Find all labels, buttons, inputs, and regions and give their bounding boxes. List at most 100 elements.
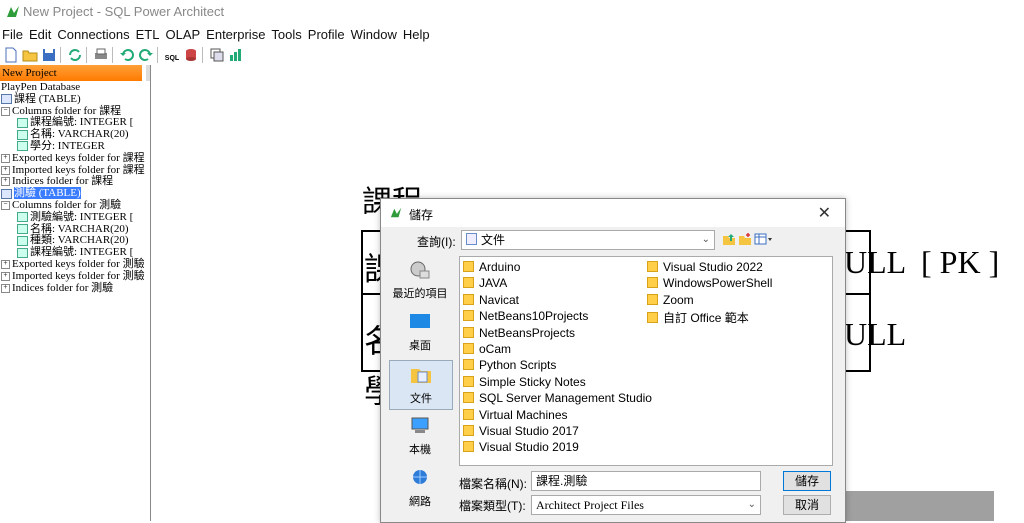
cancel-button[interactable]: 取消 (783, 495, 831, 515)
up-folder-icon[interactable] (722, 232, 736, 246)
place-desktop[interactable]: 桌面 (389, 308, 451, 356)
chart-icon[interactable] (228, 47, 244, 63)
computer-icon (411, 417, 429, 433)
app-logo-icon (390, 207, 402, 218)
menu-help[interactable]: Help (403, 26, 430, 44)
file-list-item[interactable]: Python Scripts (463, 358, 556, 372)
places-bar: 最近的項目 桌面 文件 本機 網路 (389, 256, 453, 522)
lookin-combo[interactable]: 文件 ⌄ (461, 230, 715, 250)
file-list-item-label: Navicat (479, 292, 520, 307)
save-button[interactable]: 儲存 (783, 471, 831, 491)
title-bar: New Project - SQL Power Architect (0, 0, 1024, 24)
menu-enterprise[interactable]: Enterprise (206, 26, 265, 44)
file-list-item-label: Python Scripts (479, 358, 557, 373)
folder-icon (463, 359, 474, 371)
file-list-item[interactable]: Navicat (463, 293, 519, 307)
tree-row-label: Indices folder for 測驗 (12, 281, 114, 294)
file-list-item-label: NetBeansProjects (479, 325, 576, 340)
file-list-item[interactable]: JAVA (463, 276, 507, 290)
folder-icon (463, 261, 474, 272)
menu-olap[interactable]: OLAP (165, 26, 200, 44)
tree-row-label: 名稱: VARCHAR(20) (30, 222, 129, 235)
column-icon (17, 117, 28, 128)
new-file-icon[interactable] (3, 47, 19, 63)
collapse-toggle-icon[interactable]: − (1, 200, 10, 210)
file-list-item[interactable]: NetBeans10Projects (463, 309, 588, 323)
file-list-item[interactable]: Visual Studio 2017 (463, 424, 579, 438)
collapse-toggle-icon[interactable]: − (1, 106, 10, 116)
expand-toggle-icon[interactable]: + (1, 165, 10, 175)
folder-icon (463, 392, 474, 404)
file-list-item-label: Visual Studio 2022 (663, 260, 763, 274)
table-icon (1, 188, 12, 199)
file-list-item[interactable]: Simple Sticky Notes (463, 375, 586, 389)
new-folder-icon[interactable] (738, 232, 752, 246)
menu-file[interactable]: File (2, 26, 23, 44)
menu-profile[interactable]: Profile (308, 26, 345, 44)
file-list-item-label: 自訂 Office 範本 (663, 311, 749, 326)
folder-icon (463, 343, 474, 354)
toolbar-separator (60, 47, 61, 63)
menu-window[interactable]: Window (351, 26, 397, 44)
view-menu-icon[interactable] (754, 232, 774, 246)
place-recent[interactable]: 最近的項目 (389, 256, 451, 304)
place-network[interactable]: 網路 (389, 464, 451, 512)
tree-row[interactable]: + Indices folder for 測驗 (0, 281, 145, 295)
refresh-icon[interactable] (67, 47, 83, 63)
menu-tools[interactable]: Tools (271, 26, 301, 44)
db-icon[interactable] (183, 47, 199, 63)
file-list-item[interactable]: SQL Server Management Studio (463, 391, 652, 405)
folder-icon (647, 293, 658, 305)
expand-toggle-icon[interactable]: + (1, 153, 10, 163)
menu-etl[interactable]: ETL (136, 26, 160, 44)
undo-icon[interactable] (119, 47, 135, 63)
expand-toggle-icon[interactable]: + (1, 283, 10, 293)
file-list-item[interactable]: 自訂 Office 範本 (647, 309, 749, 326)
menu-edit[interactable]: Edit (29, 26, 51, 44)
file-list-item[interactable]: Zoom (647, 293, 694, 307)
file-list[interactable]: Arduino JAVA Navicat NetBeans10Projects NetB… (459, 256, 833, 466)
tree-row-label: PlayPen Database (1, 81, 81, 93)
sql-icon[interactable]: SQL (164, 47, 180, 63)
print-icon[interactable] (93, 47, 109, 63)
file-list-item[interactable]: NetBeansProjects (463, 326, 575, 340)
column-icon (17, 212, 28, 223)
project-tree-panel: New Project PlayPen Database 課程 (TABLE) − C… (0, 65, 151, 521)
file-list-item[interactable]: Arduino (463, 260, 520, 274)
tree-row-label: Imported keys folder for 測驗 (12, 269, 145, 282)
place-documents[interactable]: 文件 (389, 360, 453, 410)
menu-connections[interactable]: Connections (57, 26, 129, 44)
save-icon[interactable] (41, 47, 57, 63)
redo-icon[interactable] (138, 47, 154, 63)
copy-icon[interactable] (209, 47, 225, 63)
file-list-item[interactable]: Visual Studio 2022 (647, 260, 763, 274)
folder-icon (647, 312, 658, 324)
desktop-icon (410, 314, 430, 328)
playpen-scroll-area (844, 491, 994, 521)
column-icon (17, 247, 28, 258)
filename-input[interactable]: 課程.測驗 (531, 471, 761, 491)
toolbar-separator (86, 47, 87, 63)
open-folder-icon[interactable] (22, 47, 38, 63)
dialog-title-bar: 儲存 ✕ (381, 199, 845, 227)
project-tab[interactable]: New Project (0, 65, 142, 81)
file-list-item[interactable]: WindowsPowerShell (647, 276, 772, 290)
filetype-combo[interactable]: Architect Project Files ⌄ (531, 495, 761, 515)
place-computer[interactable]: 本機 (389, 412, 451, 460)
close-icon[interactable]: ✕ (818, 203, 831, 223)
expand-toggle-icon[interactable]: + (1, 271, 10, 281)
expand-toggle-icon[interactable]: + (1, 259, 10, 269)
expand-toggle-icon[interactable]: + (1, 177, 10, 187)
tree-row-label: 學分: INTEGER (30, 139, 105, 152)
file-list-item[interactable]: oCam (463, 342, 511, 356)
filetype-label: 檔案類型(T): (459, 499, 526, 513)
file-list-item[interactable]: Visual Studio 2019 (463, 440, 579, 454)
panel-divider[interactable] (150, 65, 151, 521)
folder-icon (463, 293, 474, 305)
file-list-item[interactable]: Virtual Machines (463, 408, 568, 422)
file-list-item-label: Simple Sticky Notes (479, 374, 586, 389)
file-list-item-label: oCam (479, 342, 512, 356)
filetype-value: Architect Project Files (536, 498, 644, 512)
chevron-down-icon: ⌄ (701, 234, 710, 245)
tree-row-label: 測驗 (TABLE) (14, 187, 81, 200)
